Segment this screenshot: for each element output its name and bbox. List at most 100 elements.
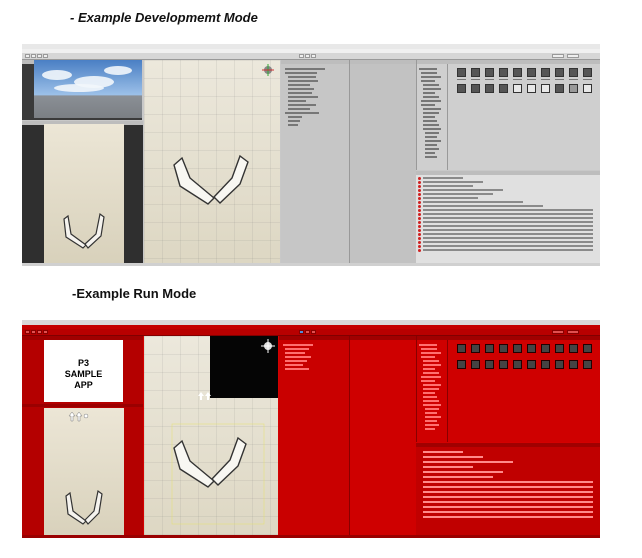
asset-thumbnail-icon[interactable] [485,344,494,353]
asset-thumbnail-icon[interactable] [541,68,550,77]
asset-thumbnail-icon[interactable] [485,84,494,93]
layers-dropdown[interactable] [552,54,564,58]
console-entry[interactable] [418,476,598,478]
console-entry[interactable] [418,193,598,196]
layout-dropdown[interactable] [567,330,579,334]
flipper-right-icon[interactable] [213,154,249,204]
console-entry[interactable] [418,451,598,453]
console-entry[interactable] [418,197,598,200]
console-entry[interactable] [418,241,598,244]
play-button[interactable] [299,330,304,334]
step-button[interactable] [311,54,316,58]
asset-thumbnail-icon[interactable] [555,360,564,369]
console-entry[interactable] [418,516,598,518]
console-entry[interactable] [418,245,598,248]
console-entry[interactable] [418,501,598,503]
console-entry[interactable] [418,181,598,184]
asset-thumbnail-icon[interactable] [541,360,550,369]
asset-thumbnail-icon[interactable] [583,360,592,369]
console-tab[interactable] [416,443,600,447]
asset-thumbnail-icon[interactable] [569,84,578,93]
asset-thumbnail-icon[interactable] [541,344,550,353]
asset-thumbnail-icon[interactable] [555,68,564,77]
asset-thumbnail-icon[interactable] [513,68,522,77]
asset-thumbnail-icon[interactable] [527,68,536,77]
hierarchy-tab[interactable] [279,336,349,340]
asset-thumbnail-icon[interactable] [513,84,522,93]
asset-thumbnail-icon[interactable] [457,344,466,353]
flipper-left-icon[interactable] [173,439,216,488]
play-button[interactable] [299,54,304,58]
scale-tool-button[interactable] [43,54,48,58]
scale-tool-button[interactable] [43,330,48,334]
inspector-tab[interactable] [350,60,416,64]
flipper-left-icon[interactable] [173,156,216,205]
asset-thumbnail-icon[interactable] [569,360,578,369]
console-entry[interactable] [418,233,598,236]
asset-thumbnail-icon[interactable] [527,360,536,369]
asset-thumbnail-icon[interactable] [583,84,592,93]
rotate-tool-button[interactable] [37,330,42,334]
asset-thumbnail-icon[interactable] [471,344,480,353]
console-entry[interactable] [418,213,598,216]
scene-view[interactable] [144,60,280,264]
scene-gizmo-icon[interactable] [262,64,274,76]
asset-thumbnail-icon[interactable] [583,68,592,77]
console-entry[interactable] [418,177,598,180]
console-entry[interactable] [418,185,598,188]
asset-thumbnail-icon[interactable] [485,68,494,77]
asset-thumbnail-icon[interactable] [527,84,536,93]
rotate-tool-button[interactable] [37,54,42,58]
asset-thumbnail-icon[interactable] [555,84,564,93]
console-entry[interactable] [418,209,598,212]
hand-tool-button[interactable] [25,330,30,334]
console-entry[interactable] [418,456,598,458]
console-entry[interactable] [418,201,598,204]
pause-button[interactable] [305,330,310,334]
console-entry[interactable] [418,511,598,513]
inspector-tab[interactable] [350,336,416,340]
asset-thumbnail-icon[interactable] [555,344,564,353]
console-tab[interactable] [416,171,600,175]
console-entry[interactable] [418,237,598,240]
project-tab[interactable] [417,60,600,64]
console-entry[interactable] [418,217,598,220]
asset-thumbnail-icon[interactable] [499,68,508,77]
asset-thumbnail-icon[interactable] [457,360,466,369]
asset-thumbnail-icon[interactable] [569,344,578,353]
move-tool-button[interactable] [31,330,36,334]
asset-thumbnail-icon[interactable] [471,360,480,369]
console-entry[interactable] [418,486,598,488]
layout-dropdown[interactable] [567,54,579,58]
console-entry[interactable] [418,221,598,224]
console-entry[interactable] [418,229,598,232]
asset-thumbnail-icon[interactable] [527,344,536,353]
console-entry[interactable] [418,491,598,493]
flipper-right-icon[interactable] [211,436,247,486]
scene-gizmo-icon[interactable] [261,339,275,353]
hand-tool-button[interactable] [25,54,30,58]
console-entry[interactable] [418,506,598,508]
asset-thumbnail-icon[interactable] [513,360,522,369]
console-entry[interactable] [418,189,598,192]
asset-thumbnail-icon[interactable] [583,344,592,353]
console-entry[interactable] [418,496,598,498]
console-entry[interactable] [418,225,598,228]
asset-thumbnail-icon[interactable] [499,344,508,353]
pause-button[interactable] [305,54,310,58]
asset-thumbnail-icon[interactable] [457,68,466,77]
layers-dropdown[interactable] [552,330,564,334]
asset-thumbnail-icon[interactable] [471,68,480,77]
asset-thumbnail-icon[interactable] [569,68,578,77]
console-entry[interactable] [418,471,598,473]
console-entry[interactable] [418,205,598,208]
console-entry[interactable] [418,249,598,252]
console-entry[interactable] [418,461,598,463]
console-entry[interactable] [418,481,598,483]
asset-thumbnail-icon[interactable] [513,344,522,353]
asset-thumbnail-icon[interactable] [471,84,480,93]
console-entry[interactable] [418,466,598,468]
scene-view[interactable] [144,336,278,538]
asset-thumbnail-icon[interactable] [499,360,508,369]
hierarchy-tab[interactable] [281,60,349,64]
